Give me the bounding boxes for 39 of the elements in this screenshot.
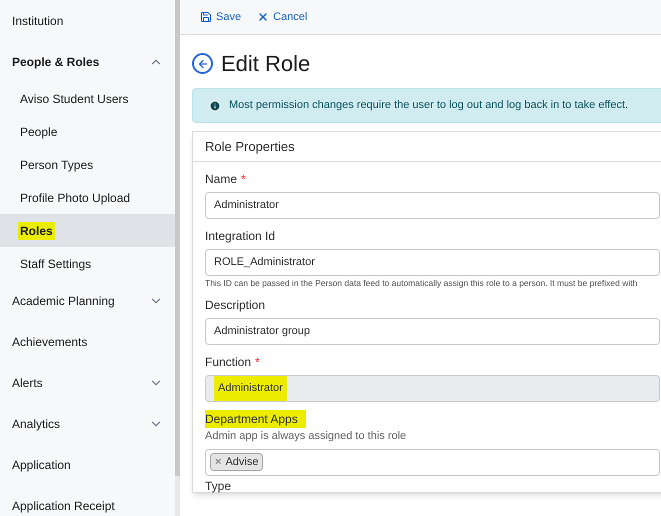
cancel-button[interactable]: Cancel xyxy=(257,8,308,26)
input-field[interactable]: ROLE_Administrator xyxy=(205,249,660,276)
field-label: Description xyxy=(205,298,266,312)
back-button[interactable] xyxy=(192,53,213,74)
sidebar-subitem[interactable]: Staff Settings xyxy=(0,247,175,280)
close-icon xyxy=(257,11,270,23)
page-title: Edit Role xyxy=(221,50,310,78)
alert-message: Most permission changes require the user to log out and log back in to take effect. xyxy=(229,98,628,114)
sidebar-item[interactable]: Analytics xyxy=(0,403,175,444)
required-asterisk: * xyxy=(255,355,260,369)
input-field[interactable]: Administrator group xyxy=(205,318,660,345)
sidebar-subitem[interactable]: Profile Photo Upload xyxy=(0,181,175,214)
save-button[interactable]: Save xyxy=(200,8,242,26)
arrow-left-icon xyxy=(196,58,208,70)
sidebar-item[interactable]: Institution xyxy=(0,0,175,41)
field-label: Integration Id xyxy=(205,229,276,243)
help-text: This ID can be passed in the Person data feed to automatically assign this role to a person. It must be prefixed with xyxy=(205,278,638,288)
sidebar-item[interactable]: Academic Planning xyxy=(0,280,175,321)
info-icon xyxy=(209,100,221,112)
sidebar-item[interactable]: Application xyxy=(0,444,175,485)
sidebar-subitem[interactable]: Aviso Student Users xyxy=(0,82,175,115)
tags-field[interactable]: × Advise xyxy=(205,448,660,476)
field-label: Type xyxy=(205,480,232,492)
sidebar-item[interactable]: Application Receipt xyxy=(0,485,175,516)
field-note: Admin app is always assigned to this role xyxy=(205,429,408,444)
required-asterisk: * xyxy=(241,172,246,186)
input-field[interactable]: Administrator xyxy=(205,192,660,219)
field-label: Function xyxy=(205,355,252,369)
sidebar-item[interactable]: Alerts xyxy=(0,362,175,403)
sidebar-subitem[interactable]: People xyxy=(0,115,175,148)
card-title: Role Properties xyxy=(193,132,661,162)
save-icon xyxy=(200,11,212,23)
sidebar-item[interactable]: People & Roles xyxy=(0,41,175,82)
sidebar-subitem[interactable]: Roles xyxy=(0,214,175,247)
sidebar-item[interactable]: Achievements xyxy=(0,321,175,362)
field-label: Name xyxy=(205,172,238,186)
sidebar-subitem[interactable]: Person Types xyxy=(0,148,175,181)
field-label: Department Apps xyxy=(205,410,306,428)
tag-chip: × Advise xyxy=(210,453,264,471)
